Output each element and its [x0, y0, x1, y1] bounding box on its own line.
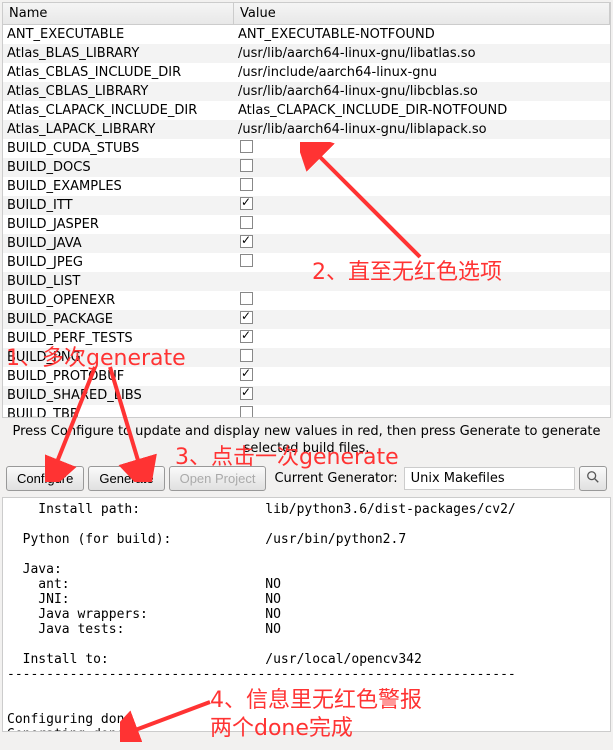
cell-name: Atlas_CBLAS_LIBRARY: [3, 83, 234, 100]
cell-name: BUILD_DOCS: [3, 159, 234, 176]
checkbox[interactable]: [240, 349, 253, 362]
cell-value[interactable]: Atlas_CLAPACK_INCLUDE_DIR-NOTFOUND: [234, 102, 610, 119]
cell-value[interactable]: /usr/lib/aarch64-linux-gnu/liblapack.so: [234, 121, 610, 138]
cell-value[interactable]: [234, 386, 610, 405]
cell-name: BUILD_OPENEXR: [3, 292, 234, 309]
table-row[interactable]: BUILD_PERF_TESTS: [3, 329, 610, 348]
cell-name: Atlas_LAPACK_LIBRARY: [3, 121, 234, 138]
table-header: Name Value: [3, 3, 610, 25]
table-row[interactable]: BUILD_ITT: [3, 196, 610, 215]
table-row[interactable]: BUILD_CUDA_STUBS: [3, 139, 610, 158]
cell-value[interactable]: [234, 367, 610, 386]
cell-name: BUILD_LIST: [3, 273, 234, 290]
table-row[interactable]: BUILD_TBB: [3, 405, 610, 418]
cell-name: BUILD_JPEG: [3, 254, 234, 271]
checkbox[interactable]: [240, 159, 253, 172]
cell-value[interactable]: [234, 158, 610, 177]
cell-name: BUILD_SHARED_LIBS: [3, 387, 234, 404]
table-row[interactable]: BUILD_DOCS: [3, 158, 610, 177]
table-row[interactable]: ANT_EXECUTABLEANT_EXECUTABLE-NOTFOUND: [3, 25, 610, 44]
header-value[interactable]: Value: [234, 3, 610, 24]
header-name[interactable]: Name: [3, 3, 234, 24]
generator-label: Current Generator:: [274, 471, 397, 486]
table-row[interactable]: BUILD_JASPER: [3, 215, 610, 234]
cell-name: BUILD_EXAMPLES: [3, 178, 234, 195]
checkbox[interactable]: [240, 292, 253, 305]
checkbox[interactable]: [240, 368, 253, 381]
cell-value[interactable]: /usr/lib/aarch64-linux-gnu/libatlas.so: [234, 45, 610, 62]
cell-value[interactable]: /usr/include/aarch64-linux-gnu: [234, 64, 610, 81]
cell-name: BUILD_PNG: [3, 349, 234, 366]
checkbox[interactable]: [240, 140, 253, 153]
checkbox[interactable]: [240, 197, 253, 210]
output-log[interactable]: Install path: lib/python3.6/dist-package…: [2, 497, 611, 732]
cell-name: BUILD_CUDA_STUBS: [3, 140, 234, 157]
checkbox[interactable]: [240, 235, 253, 248]
cell-value[interactable]: [234, 196, 610, 215]
table-row[interactable]: BUILD_PROTOBUF: [3, 367, 610, 386]
cell-value[interactable]: [234, 405, 610, 418]
table-row[interactable]: Atlas_CBLAS_INCLUDE_DIR/usr/include/aarc…: [3, 63, 610, 82]
table-row[interactable]: BUILD_JPEG: [3, 253, 610, 272]
cell-value[interactable]: [234, 291, 610, 310]
configure-button[interactable]: Configure: [6, 466, 84, 491]
table-row[interactable]: Atlas_CLAPACK_INCLUDE_DIRAtlas_CLAPACK_I…: [3, 101, 610, 120]
cell-name: BUILD_ITT: [3, 197, 234, 214]
config-table: Name Value ANT_EXECUTABLEANT_EXECUTABLE-…: [2, 2, 611, 418]
cell-value[interactable]: [234, 281, 610, 283]
cell-value[interactable]: /usr/lib/aarch64-linux-gnu/libcblas.so: [234, 83, 610, 100]
cell-name: BUILD_JASPER: [3, 216, 234, 233]
cell-value[interactable]: [234, 348, 610, 367]
cell-name: ANT_EXECUTABLE: [3, 26, 234, 43]
cell-name: BUILD_PROTOBUF: [3, 368, 234, 385]
cell-name: Atlas_CBLAS_INCLUDE_DIR: [3, 64, 234, 81]
cell-value[interactable]: [234, 215, 610, 234]
search-button[interactable]: [579, 466, 607, 491]
cell-value[interactable]: [234, 234, 610, 253]
generate-button[interactable]: Generate: [88, 466, 164, 491]
search-icon: [586, 470, 600, 484]
table-body: ANT_EXECUTABLEANT_EXECUTABLE-NOTFOUNDAtl…: [3, 25, 610, 418]
cell-name: BUILD_PERF_TESTS: [3, 330, 234, 347]
table-row[interactable]: BUILD_JAVA: [3, 234, 610, 253]
open-project-button[interactable]: Open Project: [169, 466, 267, 491]
checkbox[interactable]: [240, 330, 253, 343]
table-row[interactable]: BUILD_PACKAGE: [3, 310, 610, 329]
table-row[interactable]: BUILD_LIST: [3, 272, 610, 291]
generator-value: Unix Makefiles: [404, 467, 575, 490]
cell-value[interactable]: [234, 139, 610, 158]
cell-value[interactable]: [234, 329, 610, 348]
cell-name: Atlas_BLAS_LIBRARY: [3, 45, 234, 62]
instruction-text: Press Configure to update and display ne…: [0, 420, 613, 462]
table-row[interactable]: Atlas_BLAS_LIBRARY/usr/lib/aarch64-linux…: [3, 44, 610, 63]
cell-value[interactable]: ANT_EXECUTABLE-NOTFOUND: [234, 26, 610, 43]
cell-name: Atlas_CLAPACK_INCLUDE_DIR: [3, 102, 234, 119]
checkbox[interactable]: [240, 216, 253, 229]
table-row[interactable]: BUILD_PNG: [3, 348, 610, 367]
checkbox[interactable]: [240, 254, 253, 267]
table-row[interactable]: BUILD_EXAMPLES: [3, 177, 610, 196]
checkbox[interactable]: [240, 311, 253, 324]
table-row[interactable]: Atlas_CBLAS_LIBRARY/usr/lib/aarch64-linu…: [3, 82, 610, 101]
cell-name: BUILD_JAVA: [3, 235, 234, 252]
cell-value[interactable]: [234, 177, 610, 196]
table-row[interactable]: BUILD_SHARED_LIBS: [3, 386, 610, 405]
cell-value[interactable]: [234, 253, 610, 272]
checkbox[interactable]: [240, 406, 253, 418]
checkbox[interactable]: [240, 387, 253, 400]
cell-name: BUILD_PACKAGE: [3, 311, 234, 328]
checkbox[interactable]: [240, 178, 253, 191]
table-row[interactable]: BUILD_OPENEXR: [3, 291, 610, 310]
cell-name: BUILD_TBB: [3, 406, 234, 418]
table-row[interactable]: Atlas_LAPACK_LIBRARY/usr/lib/aarch64-lin…: [3, 120, 610, 139]
cell-value[interactable]: [234, 310, 610, 329]
button-bar: Configure Generate Open Project Current …: [0, 462, 613, 495]
